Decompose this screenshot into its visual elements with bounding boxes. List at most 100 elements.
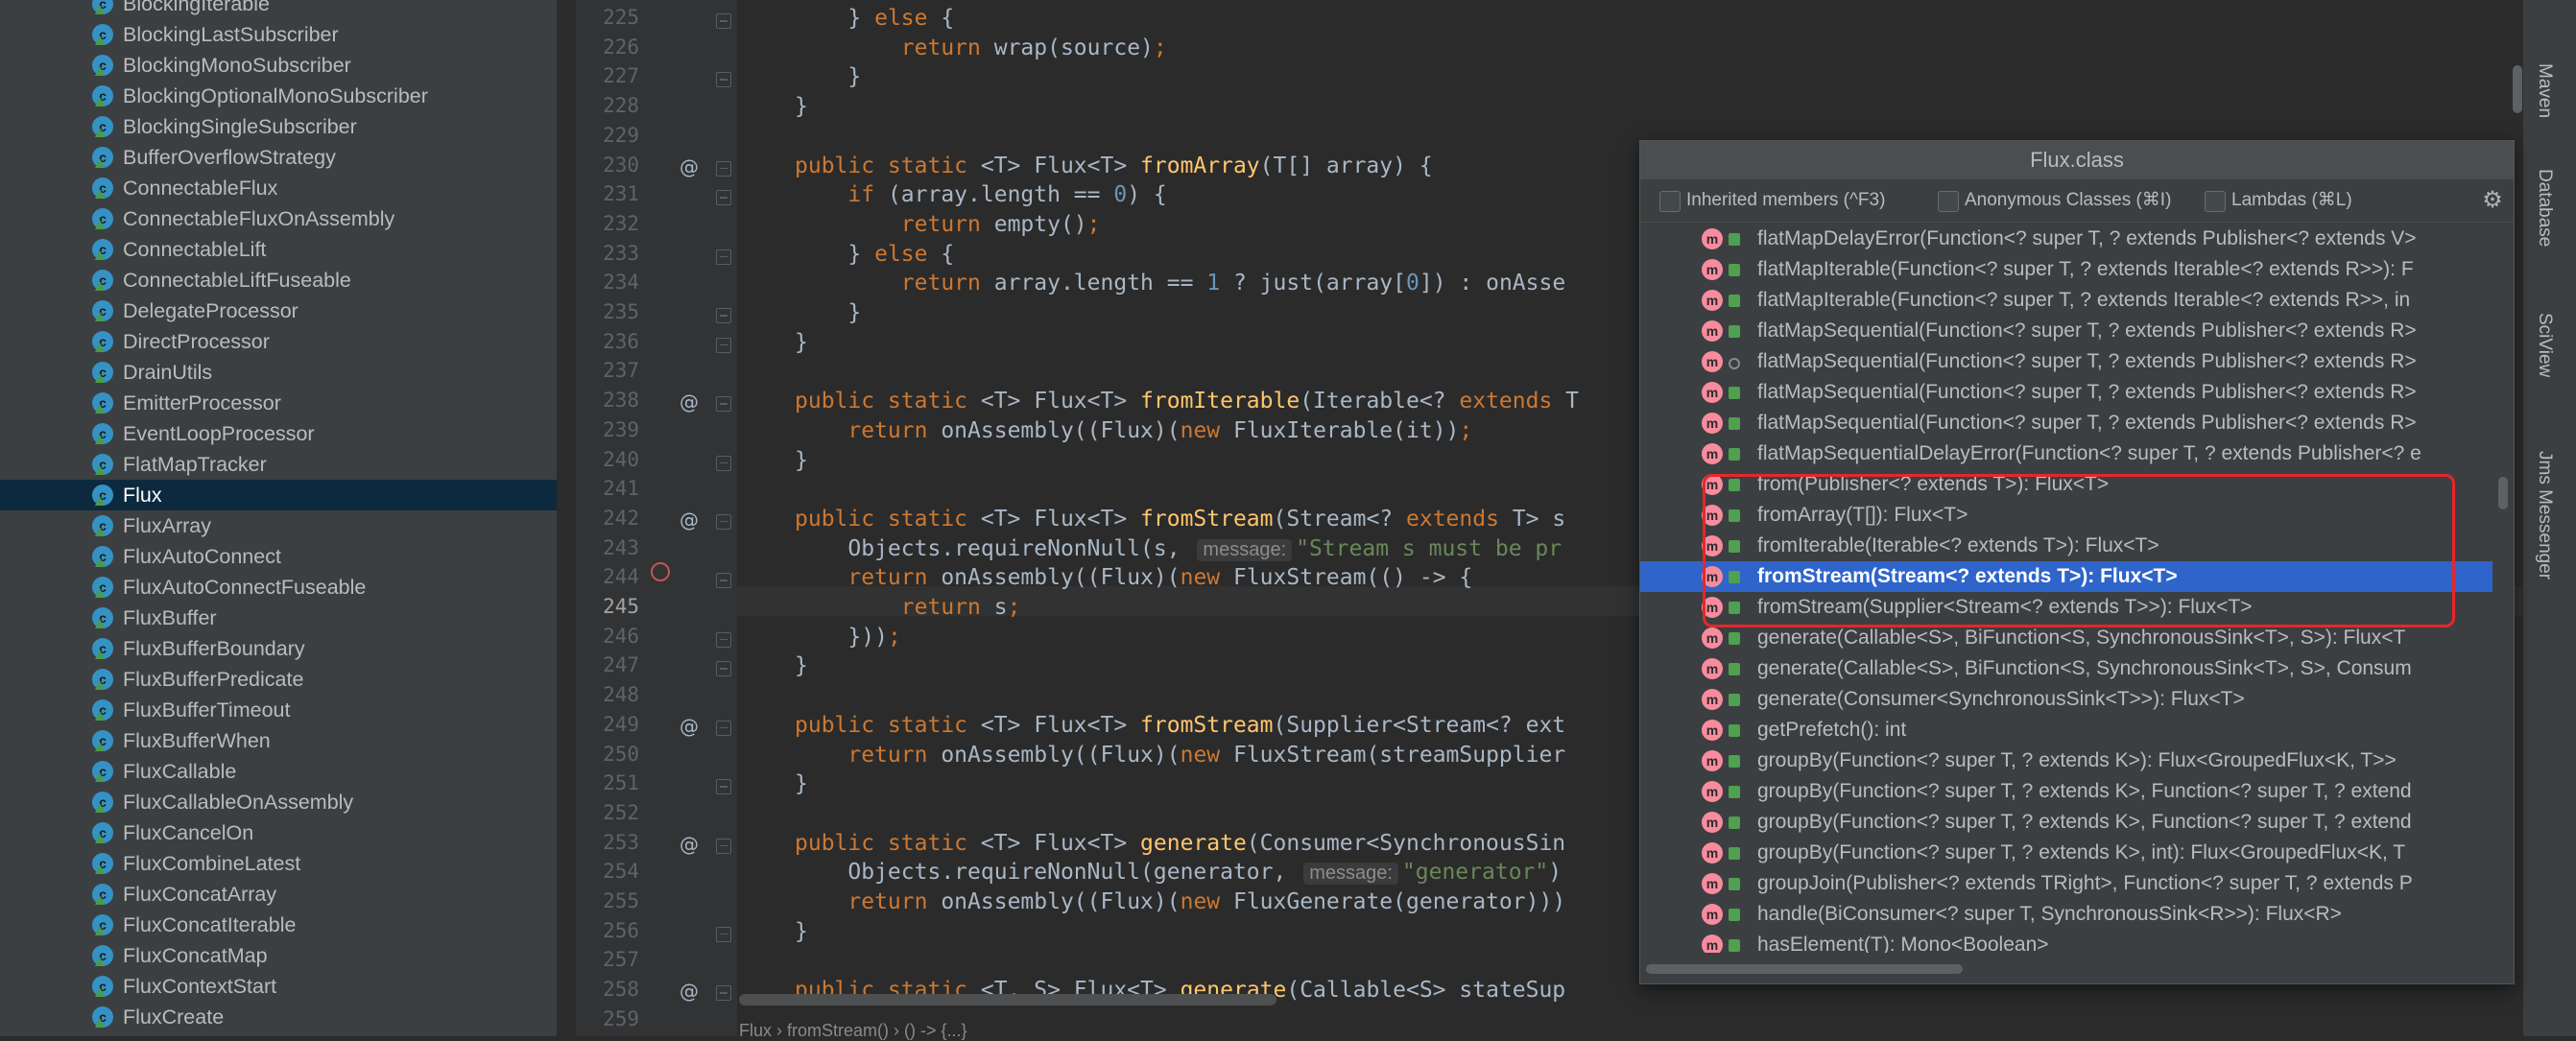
fold-icon[interactable] [716, 661, 731, 677]
tree-item[interactable]: c ConnectableFluxOnAssembly [0, 203, 557, 234]
member-item[interactable]: m flatMapSequential(Function<? super T, ?… [1640, 316, 2493, 346]
fold-icon[interactable] [716, 190, 731, 206]
fold-icon[interactable] [716, 248, 731, 265]
code-line[interactable]: } [795, 94, 808, 119]
member-item[interactable]: m flatMapIterable(Function<? super T, ? e… [1640, 285, 2493, 316]
code-line[interactable]: } else { [795, 6, 954, 31]
popup-horizontal-scrollbar[interactable] [1646, 964, 1963, 974]
code-line[interactable]: public static <T> Flux<T> generate(Consu… [795, 831, 1565, 856]
database-tab[interactable]: Database [2534, 169, 2555, 247]
code-line[interactable]: return onAssembly((Flux)(new FluxStream(… [795, 743, 1565, 768]
override-annotation-icon[interactable]: @ [680, 390, 699, 414]
member-item[interactable]: m generate(Callable<S>, BiFunction<S, Syn… [1640, 653, 2493, 684]
member-item[interactable]: m flatMapDelayError(Function<? super T, ?… [1640, 224, 2493, 254]
inherited-members-checkbox[interactable]: Inherited members (^F3) [1656, 189, 1885, 212]
tree-item[interactable]: c BlockingOptionalMonoSubscriber [0, 81, 557, 111]
code-line[interactable]: return s; [795, 595, 1021, 620]
editor-horizontal-scrollbar[interactable] [739, 994, 1276, 1006]
member-item[interactable]: m flatMapSequential(Function<? super T, ?… [1640, 408, 2493, 438]
breakpoint-icon[interactable] [651, 562, 670, 581]
checkbox-icon[interactable] [1938, 191, 1959, 212]
fold-icon[interactable] [716, 513, 731, 530]
fold-icon[interactable] [716, 308, 731, 323]
tree-item[interactable]: c FluxConcatArray [0, 879, 557, 910]
override-annotation-icon[interactable]: @ [680, 155, 699, 178]
tree-item[interactable]: c FluxBufferWhen [0, 725, 557, 756]
tree-item[interactable]: c FluxBufferTimeout [0, 695, 557, 725]
fold-icon[interactable] [716, 160, 731, 177]
popup-vertical-scrollbar[interactable] [2498, 477, 2508, 509]
tree-item[interactable]: c FluxContextStart [0, 971, 557, 1002]
fold-icon[interactable] [716, 72, 731, 88]
gear-icon[interactable]: ⚙ [2481, 189, 2504, 212]
maven-tab[interactable]: Maven [2534, 63, 2555, 118]
code-line[interactable]: public static <T> Flux<T> fromIterable(I… [795, 389, 1579, 414]
tree-item[interactable]: c DirectProcessor [0, 326, 557, 357]
code-line[interactable]: if (array.length == 0) { [795, 182, 1166, 207]
code-line[interactable]: return wrap(source); [795, 35, 1167, 60]
code-line[interactable]: return onAssembly((Flux)(new FluxStream(… [795, 565, 1472, 590]
code-line[interactable]: } [795, 771, 808, 796]
anonymous-classes-checkbox[interactable]: Anonymous Classes (⌘I) [1934, 189, 2171, 212]
member-item[interactable]: m flatMapSequential(Function<? super T, ?… [1640, 377, 2493, 408]
fold-icon[interactable] [716, 926, 731, 942]
code-line[interactable]: public static <T> Flux<T> fromArray(T[] … [795, 154, 1433, 178]
code-line[interactable]: return onAssembly((Flux)(new FluxIterabl… [795, 418, 1472, 443]
member-item[interactable]: m generate(Consumer<SynchronousSink<T>>):… [1640, 684, 2493, 715]
fold-icon[interactable] [716, 13, 731, 29]
tree-item[interactable]: c BufferOverflowStrategy [0, 142, 557, 173]
code-line[interactable]: } [795, 653, 808, 678]
tree-item[interactable]: c FluxArray [0, 510, 557, 541]
override-annotation-icon[interactable]: @ [680, 833, 699, 856]
member-item[interactable]: m flatMapIterable(Function<? super T, ? e… [1640, 254, 2493, 285]
checkbox-icon[interactable] [2205, 191, 2226, 212]
tree-item[interactable]: c EventLoopProcessor [0, 418, 557, 449]
tree-item[interactable]: c FluxConcatIterable [0, 910, 557, 940]
code-line[interactable]: })); [795, 625, 900, 650]
override-annotation-icon[interactable]: @ [680, 715, 699, 738]
fold-icon[interactable] [716, 985, 731, 1002]
tree-item[interactable]: c FluxConcatMap [0, 940, 557, 971]
member-item[interactable]: m groupBy(Function<? super T, ? extends K… [1640, 807, 2493, 838]
tree-item[interactable]: c FluxCallable [0, 756, 557, 787]
code-line[interactable]: Objects.requireNonNull(s, message: "Strea… [795, 536, 1562, 561]
member-item[interactable]: m hasElement(T): Mono<Boolean> [1640, 930, 2493, 953]
code-line[interactable]: } [795, 330, 808, 355]
tree-item[interactable]: c FluxCreate [0, 1002, 557, 1032]
jms-messenger-tab[interactable]: Jms Messenger [2534, 451, 2555, 580]
lambdas-checkbox[interactable]: Lambdas (⌘L) [2201, 189, 2352, 212]
tree-item[interactable]: c BlockingMonoSubscriber [0, 50, 557, 81]
tree-item[interactable]: c FluxCombineLatest [0, 848, 557, 879]
tree-item[interactable]: c DelegateProcessor [0, 296, 557, 326]
editor-vertical-scrollbar[interactable] [2513, 65, 2522, 113]
tree-item[interactable]: c EmitterProcessor [0, 388, 557, 418]
tree-item[interactable]: c FluxCancelOn [0, 817, 557, 848]
tree-item[interactable]: c ConnectableLiftFuseable [0, 265, 557, 296]
member-item[interactable]: m groupBy(Function<? super T, ? extends K… [1640, 776, 2493, 807]
checkbox-icon[interactable] [1659, 191, 1681, 212]
code-line[interactable]: public static <T> Flux<T> fromStream(Str… [795, 507, 1565, 532]
fold-icon[interactable] [716, 779, 731, 795]
member-item[interactable]: m groupJoin(Publisher<? extends TRight>, … [1640, 868, 2493, 899]
tree-item[interactable]: c FluxBufferBoundary [0, 633, 557, 664]
member-item[interactable]: m groupBy(Function<? super T, ? extends K… [1640, 745, 2493, 776]
tree-item[interactable]: c FluxBufferPredicate [0, 664, 557, 695]
override-annotation-icon[interactable]: @ [680, 980, 699, 1003]
tree-item[interactable]: c FluxAutoConnect [0, 541, 557, 572]
code-line[interactable]: public static <T> Flux<T> fromStream(Sup… [795, 713, 1565, 738]
tree-item[interactable]: c ConnectableFlux [0, 173, 557, 203]
tree-item[interactable]: c FluxCallableOnAssembly [0, 787, 557, 817]
tree-item[interactable]: c DrainUtils [0, 357, 557, 388]
code-line[interactable]: } [795, 64, 861, 89]
fold-icon[interactable] [716, 573, 731, 589]
code-line[interactable]: Objects.requireNonNull(generator, messag… [795, 860, 1562, 886]
tree-item[interactable]: c BlockingIterable [0, 0, 557, 19]
fold-icon[interactable] [716, 455, 731, 471]
fold-icon[interactable] [716, 838, 731, 854]
fold-icon[interactable] [716, 337, 731, 353]
code-line[interactable]: return onAssembly((Flux)(new FluxGenerat… [795, 889, 1565, 914]
member-item[interactable]: m handle(BiConsumer<? super T, Synchronou… [1640, 899, 2493, 930]
fold-icon[interactable] [716, 720, 731, 736]
tree-item[interactable]: c ConnectableLift [0, 234, 557, 265]
fold-icon[interactable] [716, 396, 731, 413]
